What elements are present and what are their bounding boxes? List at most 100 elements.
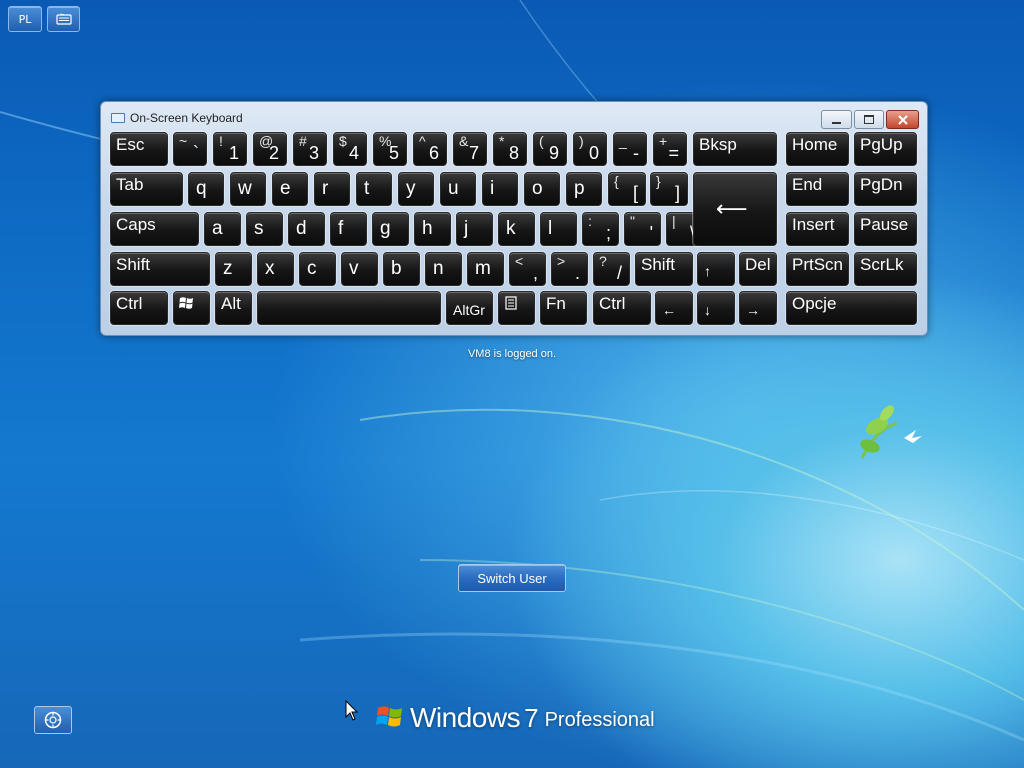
key-windows[interactable] <box>173 291 210 325</box>
key-label: Ctrl <box>599 294 626 313</box>
key-label: r <box>322 178 329 199</box>
key-shift[interactable]: Shift <box>110 252 210 286</box>
key-m[interactable]: m <box>467 252 504 286</box>
key-v[interactable]: v <box>341 252 378 286</box>
key-fn[interactable]: Fn <box>540 291 587 325</box>
menu-key-icon <box>505 296 517 310</box>
key-c[interactable]: c <box>299 252 336 286</box>
key-symbol[interactable]: ↓ <box>697 291 735 325</box>
key-n[interactable]: n <box>425 252 462 286</box>
key-l[interactable]: l <box>540 212 577 246</box>
key-bksp[interactable]: Bksp <box>693 132 777 166</box>
maximize-button[interactable] <box>854 110 884 129</box>
key-5-0-6[interactable]: % 5 <box>373 132 407 166</box>
key-y[interactable]: y <box>398 172 434 206</box>
key-t[interactable]: t <box>356 172 392 206</box>
key-9-0-10[interactable]: (9 <box>533 132 567 166</box>
key-shift-symbol: " <box>630 213 635 229</box>
key-symbol-1-12[interactable]: }] <box>650 172 688 206</box>
key-label: Opcje <box>792 294 837 313</box>
key-label: j <box>464 218 469 239</box>
key-pause[interactable]: Pause <box>854 212 917 246</box>
key-4-0-5[interactable]: $4 <box>333 132 367 166</box>
key-del[interactable]: Del <box>739 252 777 286</box>
key-g[interactable]: g <box>372 212 409 246</box>
key-insert[interactable]: Insert <box>786 212 849 246</box>
key-symbol-3-9[interactable]: >. <box>551 252 588 286</box>
key-symbol: = <box>668 143 679 163</box>
key-7-0-8[interactable]: & 7 <box>453 132 487 166</box>
minimize-button[interactable] <box>821 110 852 129</box>
key-symbol-1-11[interactable]: {[ <box>608 172 646 206</box>
key-b[interactable]: b <box>383 252 420 286</box>
key-label: d <box>296 218 307 239</box>
key-z[interactable]: z <box>215 252 252 286</box>
key-label: s <box>254 218 264 239</box>
key-1-0-2[interactable]: ! 1 <box>213 132 247 166</box>
key-symbol[interactable]: ↑ <box>697 252 735 286</box>
key-symbol-0-12[interactable]: _ - <box>613 132 647 166</box>
key-u[interactable]: u <box>440 172 476 206</box>
key-prtscn[interactable]: PrtScn <box>786 252 849 286</box>
key-altgr[interactable]: AltGr <box>446 291 493 325</box>
close-icon <box>897 114 908 125</box>
key-j[interactable]: j <box>456 212 493 246</box>
key-h[interactable]: h <box>414 212 451 246</box>
key-symbol-0-1[interactable]: ~ ` <box>173 132 207 166</box>
key-ctrl[interactable]: Ctrl <box>110 291 168 325</box>
key-shift-symbol: ~ <box>179 133 188 149</box>
key-w[interactable]: w <box>230 172 266 206</box>
key-p[interactable]: p <box>566 172 602 206</box>
key-x[interactable]: x <box>257 252 294 286</box>
key-pgdn[interactable]: PgDn <box>854 172 917 206</box>
key-symbol-3-8[interactable]: <, <box>509 252 546 286</box>
key-6-0-7[interactable]: ^ 6 <box>413 132 447 166</box>
key-0-0-11[interactable]: ) 0 <box>573 132 607 166</box>
key-d[interactable]: d <box>288 212 325 246</box>
key-end[interactable]: End <box>786 172 849 206</box>
key-f[interactable]: f <box>330 212 367 246</box>
key-symbol-2-10[interactable]: :; <box>582 212 619 246</box>
key-label: AltGr <box>453 302 485 318</box>
ease-of-access-icon <box>44 711 62 729</box>
key-esc[interactable]: Esc <box>110 132 168 166</box>
key-enter[interactable]: ⟵ <box>693 172 777 246</box>
key-alt[interactable]: Alt <box>215 291 252 325</box>
key-shift[interactable]: Shift <box>635 252 693 286</box>
key-3-0-4[interactable]: #3 <box>293 132 327 166</box>
keyboard-icon <box>55 13 72 25</box>
bird-icon <box>860 405 922 459</box>
keyboard-button[interactable] <box>47 6 80 32</box>
close-button[interactable] <box>886 110 919 129</box>
key-symbol[interactable]: ← <box>655 291 693 325</box>
key-symbol-3-10[interactable]: ? / <box>593 252 630 286</box>
key-r[interactable]: r <box>314 172 350 206</box>
key-menu[interactable] <box>498 291 535 325</box>
key-symbol[interactable]: → <box>739 291 777 325</box>
key-opcje[interactable]: Opcje <box>786 291 917 325</box>
key-2-0-3[interactable]: @2 <box>253 132 287 166</box>
key-a[interactable]: a <box>204 212 241 246</box>
key-ctrl[interactable]: Ctrl <box>593 291 651 325</box>
key-i[interactable]: i <box>482 172 518 206</box>
key-8-0-9[interactable]: * 8 <box>493 132 527 166</box>
key-q[interactable]: q <box>188 172 224 206</box>
language-button[interactable]: PL <box>8 6 42 32</box>
key-s[interactable]: s <box>246 212 283 246</box>
key-symbol-0-13[interactable]: + = <box>653 132 687 166</box>
key-space[interactable] <box>257 291 441 325</box>
key-home[interactable]: Home <box>786 132 849 166</box>
key-k[interactable]: k <box>498 212 535 246</box>
key-o[interactable]: o <box>524 172 560 206</box>
key-scrlk[interactable]: ScrLk <box>854 252 917 286</box>
key-symbol: / <box>616 263 622 283</box>
ease-of-access-button[interactable] <box>34 706 72 734</box>
switch-user-button[interactable]: Switch User <box>458 564 566 592</box>
key-e[interactable]: e <box>272 172 308 206</box>
keyboard-icon <box>111 113 125 123</box>
key-symbol: 4 <box>348 143 359 163</box>
key-tab[interactable]: Tab <box>110 172 183 206</box>
key-symbol-2-11[interactable]: " ' <box>624 212 661 246</box>
key-caps[interactable]: Caps <box>110 212 199 246</box>
key-pgup[interactable]: PgUp <box>854 132 917 166</box>
